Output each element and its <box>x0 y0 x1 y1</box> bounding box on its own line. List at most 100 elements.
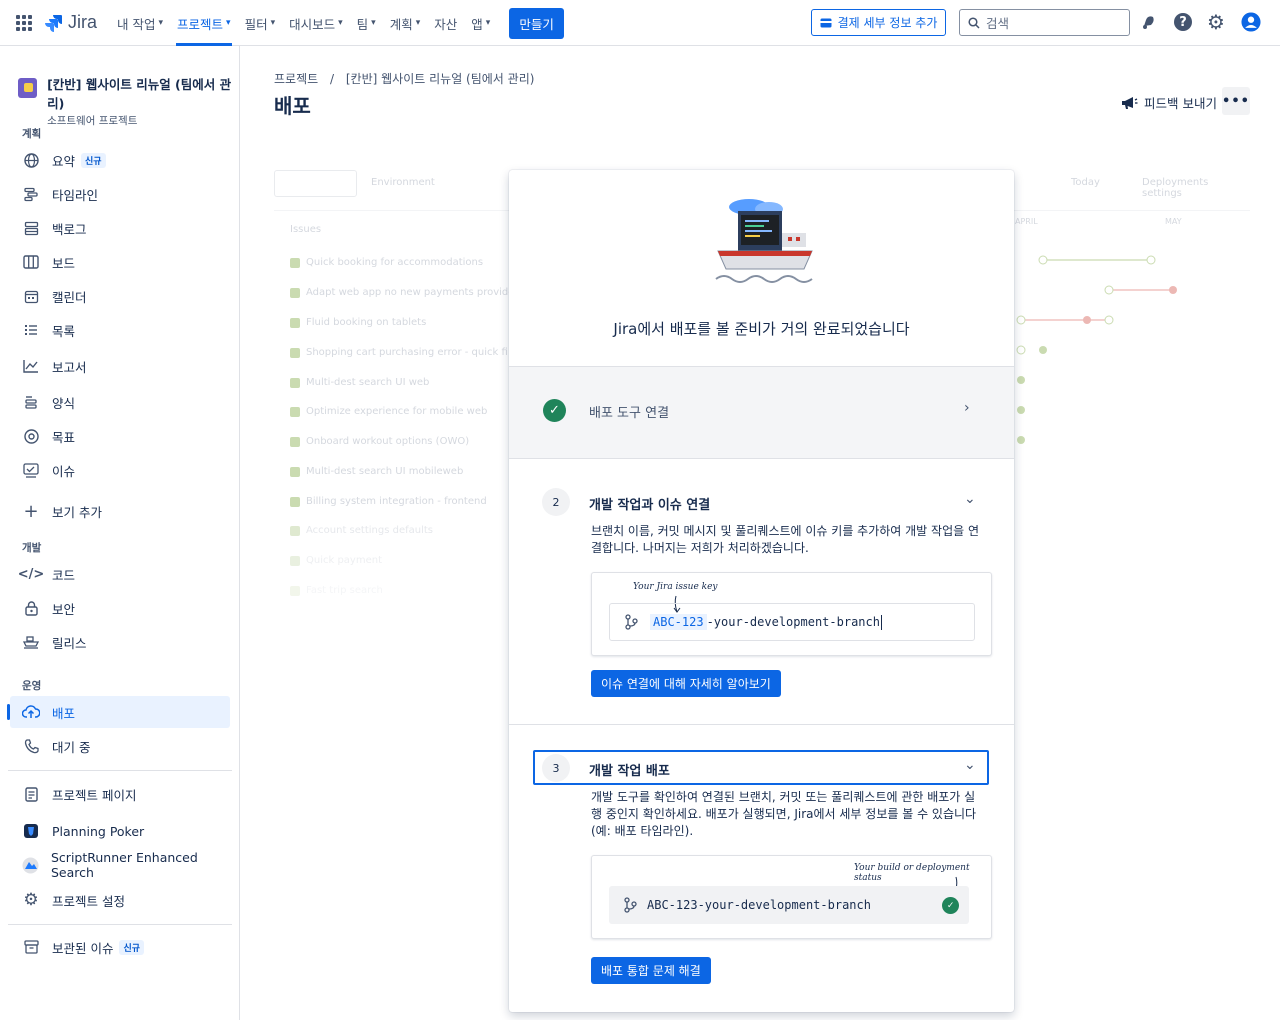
sidebar-item-label: Planning Poker <box>52 823 145 839</box>
nav-label: 대시보드 <box>289 16 336 32</box>
onboarding-modal: Jira에서 배포를 볼 준비가 거의 완료되었습니다 ✓ 배포 도구 연결 ›… <box>509 170 1014 1012</box>
breadcrumb-projects-link[interactable]: 프로젝트 <box>274 72 318 86</box>
ship-illustration-icon <box>715 199 813 283</box>
gear-icon: ⚙ <box>23 890 39 910</box>
project-header[interactable]: [칸반] 웹사이트 리뉴얼 (팀에서 관리) 소프트웨어 프로젝트 <box>18 74 239 128</box>
section-title-dev: 개발 <box>22 542 42 554</box>
sidebar-item-archived-issues[interactable]: 보관된 이슈 신규 <box>10 931 230 963</box>
sidebar-item-deployments[interactable]: 배포 <box>7 696 230 728</box>
nav-label: 앱 <box>471 16 483 32</box>
branch-rest: -your-development-branch <box>706 615 880 629</box>
branch-name: ABC-123-your-development-branch <box>647 898 871 912</box>
sidebar-item-label: 캘린더 <box>52 289 87 305</box>
project-name: [칸반] 웹사이트 리뉴얼 (팀에서 관리) <box>47 77 232 111</box>
learn-issue-linking-button[interactable]: 이슈 연결에 대해 자세히 알아보기 <box>591 670 781 697</box>
nav-label: 계획 <box>389 16 413 32</box>
sidebar-item-backlog[interactable]: 백로그 <box>10 212 230 244</box>
nav-filters[interactable]: 필터 ▾ <box>238 0 283 46</box>
nav-label: 내 작업 <box>117 16 156 32</box>
deployment-status-card: Your build or deployment status ABC-123-… <box>591 855 992 939</box>
chevron-right-icon: › <box>964 400 970 416</box>
notifications-icon[interactable] <box>1139 12 1159 32</box>
nav-apps[interactable]: 앱 ▾ <box>464 0 497 46</box>
nav-your-work[interactable]: 내 작업 ▾ <box>110 0 170 46</box>
more-actions-button[interactable]: ••• <box>1222 87 1250 115</box>
feedback-button[interactable]: 피드백 보내기 <box>1120 93 1217 112</box>
chevron-down-icon[interactable]: ⌄ <box>964 757 976 773</box>
bg-issue-row: Shopping cart purchasing error - quick f… <box>290 347 508 358</box>
bg-issue-row: Multi-dest search UI web <box>290 377 429 388</box>
sidebar-item-goals[interactable]: 목표 <box>10 420 230 452</box>
step-number: 2 <box>542 488 570 516</box>
sidebar-item-label: 프로젝트 설정 <box>52 893 125 909</box>
board-icon <box>22 253 40 271</box>
step-divider <box>509 724 1014 725</box>
sidebar-item-security[interactable]: 보안 <box>10 592 230 624</box>
sidebar-item-summary[interactable]: 요약 신규 <box>10 144 230 176</box>
sidebar-item-board[interactable]: 보드 <box>10 246 230 278</box>
nav-projects[interactable]: 프로젝트 ▾ <box>170 0 238 46</box>
sidebar-item-project-settings[interactable]: ⚙ 프로젝트 설정 <box>10 884 230 916</box>
sidebar-item-label: 목록 <box>52 323 76 339</box>
nav-dashboards[interactable]: 대시보드 ▾ <box>282 0 350 46</box>
step-label[interactable]: 개발 작업과 이슈 연결 <box>589 494 710 513</box>
plus-icon: + <box>23 500 39 522</box>
app-switcher-icon[interactable] <box>16 15 32 31</box>
bg-settings-button: Deployments settings <box>1142 177 1209 199</box>
nav-teams[interactable]: 팀 ▾ <box>350 0 383 46</box>
sidebar-item-list[interactable]: 목록 <box>10 314 230 346</box>
nav-plans[interactable]: 계획 ▾ <box>383 0 428 46</box>
issues-icon <box>22 461 40 479</box>
chevron-down-icon[interactable]: ⌄ <box>964 491 976 507</box>
sidebar-item-add-view[interactable]: + 보기 추가 <box>10 495 230 527</box>
settings-icon[interactable]: ⚙ <box>1206 10 1226 34</box>
avatar-icon <box>1241 12 1261 32</box>
search-input[interactable]: 검색 <box>959 9 1130 36</box>
sidebar-item-timeline[interactable]: 타임라인 <box>10 178 230 210</box>
jira-logo[interactable]: Jira <box>44 12 97 33</box>
project-sidebar: [칸반] 웹사이트 리뉴얼 (팀에서 관리) 소프트웨어 프로젝트 계획 요약 … <box>0 46 240 1020</box>
breadcrumb: 프로젝트 / [칸반] 웹사이트 리뉴얼 (팀에서 관리) <box>274 70 534 87</box>
handwritten-note: Your build or deployment status <box>854 863 970 883</box>
profile-avatar[interactable] <box>1241 12 1261 32</box>
sidebar-item-releases[interactable]: 릴리스 <box>10 626 230 658</box>
sidebar-item-label: ScriptRunner Enhanced Search <box>51 850 198 880</box>
create-button[interactable]: 만들기 <box>509 7 564 39</box>
troubleshoot-button[interactable]: 배포 통합 문제 해결 <box>591 957 711 984</box>
branch-example-card: Your Jira issue key ABC-123 -your-develo… <box>591 572 992 656</box>
sidebar-item-label: 이슈 <box>52 463 76 479</box>
sidebar-item-issues[interactable]: 이슈 <box>10 454 230 486</box>
nav-assets[interactable]: 자산 <box>427 0 464 46</box>
sidebar-item-label: 보드 <box>52 255 76 271</box>
sidebar-item-code[interactable]: </> 코드 <box>10 558 230 590</box>
step-label: 배포 도구 연결 <box>589 406 670 421</box>
bg-issue-row: Quick payment <box>290 555 382 566</box>
help-icon-wrap[interactable]: ? <box>1173 12 1193 32</box>
code-icon: </> <box>17 566 45 582</box>
sidebar-item-label: 보기 추가 <box>52 504 102 520</box>
sidebar-item-forms[interactable]: 양식 <box>10 386 230 418</box>
branch-name-field: ABC-123 -your-development-branch <box>609 603 975 641</box>
add-billing-button[interactable]: 결제 세부 정보 추가 <box>811 9 946 36</box>
search-placeholder: 검색 <box>986 16 1010 31</box>
step-connect-tools[interactable]: ✓ 배포 도구 연결 › <box>509 366 1014 459</box>
target-icon <box>22 427 40 445</box>
sidebar-item-project-pages[interactable]: 프로젝트 페이지 <box>10 778 230 810</box>
breadcrumb-project-link[interactable]: [칸반] 웹사이트 리뉴얼 (팀에서 관리) <box>346 72 535 86</box>
sidebar-item-calendar[interactable]: 캘린더 <box>10 280 230 312</box>
sidebar-item-scriptrunner[interactable]: ScriptRunner Enhanced Search <box>10 849 230 881</box>
chevron-down-icon: ▾ <box>270 18 276 28</box>
sidebar-item-reports[interactable]: 보고서 <box>10 350 230 382</box>
main-nav: 내 작업 ▾ 프로젝트 ▾ 필터 ▾ 대시보드 ▾ 팀 ▾ 계획 ▾ 자산 앱 ▾ 만들기 <box>110 0 564 46</box>
bg-issue-row: Quick booking for accommodations <box>290 257 483 268</box>
sidebar-item-on-call[interactable]: 대기 중 <box>10 730 230 762</box>
git-branch-icon <box>624 897 637 913</box>
archive-icon <box>22 938 40 956</box>
page-title: 배포 <box>274 94 311 118</box>
chevron-down-icon: ▾ <box>371 18 376 28</box>
sidebar-item-label: 대기 중 <box>52 739 91 755</box>
form-icon <box>22 393 40 411</box>
success-status-icon: ✓ <box>942 897 959 914</box>
sidebar-item-planning-poker[interactable]: Planning Poker <box>10 815 230 847</box>
sidebar-item-label: 프로젝트 페이지 <box>52 787 137 803</box>
